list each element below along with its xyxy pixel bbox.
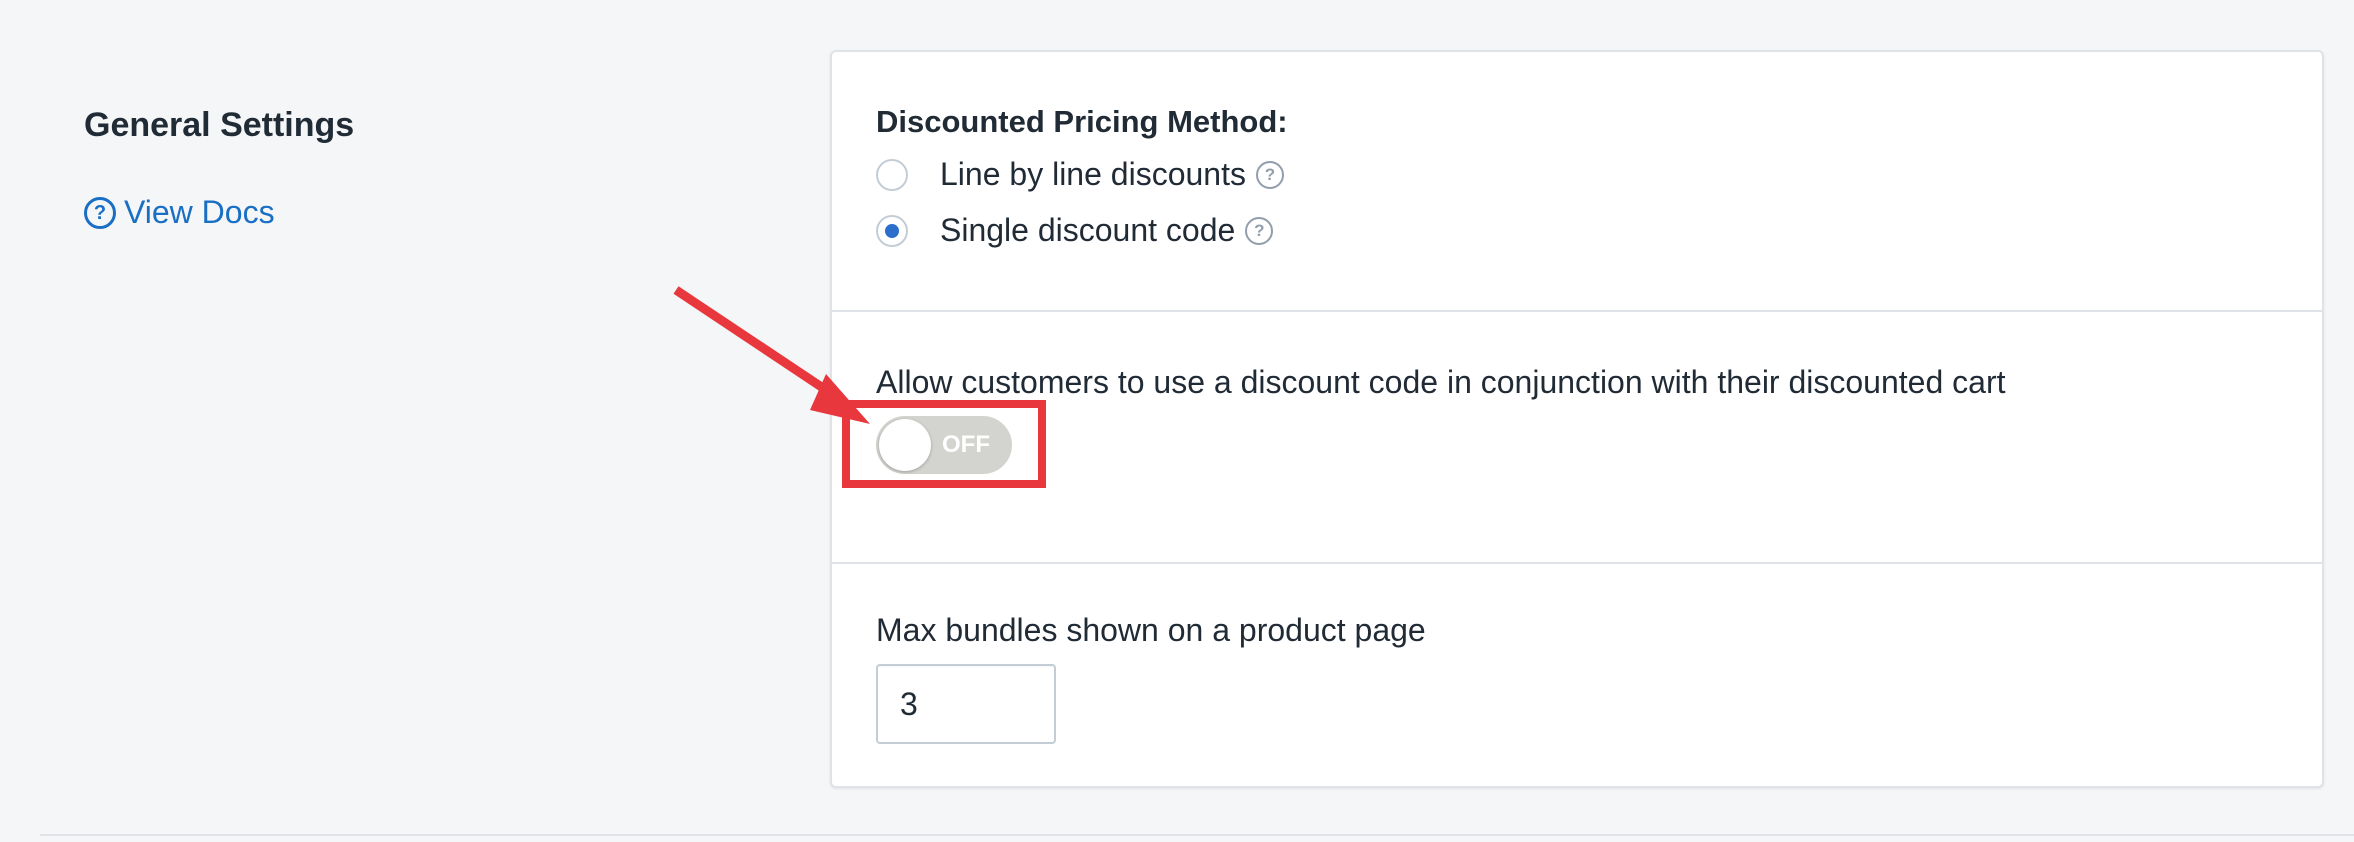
question-circle-icon[interactable]: ? [1245,216,1274,245]
settings-card: Discounted Pricing Method: Line by line … [830,50,2324,788]
toggle-state-text: OFF [942,431,990,458]
view-docs-link[interactable]: ? View Docs [84,194,275,231]
max-bundles-section: Max bundles shown on a product page [832,562,2322,788]
radio-label: Line by line discounts [940,156,1246,192]
discount-combine-section: Allow customers to use a discount code i… [832,310,2322,564]
radio-line-by-line[interactable]: Line by line discounts ? [876,156,1284,193]
question-circle-icon: ? [84,196,116,229]
section-divider [40,834,2354,836]
radio-label: Single discount code [940,212,1236,248]
settings-sidebar: General Settings ? View Docs [84,100,704,231]
view-docs-label: View Docs [124,194,275,230]
radio-button-selected[interactable] [876,214,908,247]
max-bundles-input[interactable] [876,664,1056,744]
radio-single-discount-code[interactable]: Single discount code ? [876,212,1274,249]
question-circle-icon[interactable]: ? [1255,160,1284,189]
toggle-knob [879,419,931,471]
max-bundles-label: Max bundles shown on a product page [876,612,1426,648]
pricing-method-label: Discounted Pricing Method: [876,104,1288,139]
pricing-method-section: Discounted Pricing Method: Line by line … [832,52,2322,312]
combine-discount-toggle[interactable]: OFF [876,416,1012,474]
combine-discount-label: Allow customers to use a discount code i… [876,364,2006,400]
section-title: General Settings [84,106,355,144]
radio-button[interactable] [876,158,908,191]
